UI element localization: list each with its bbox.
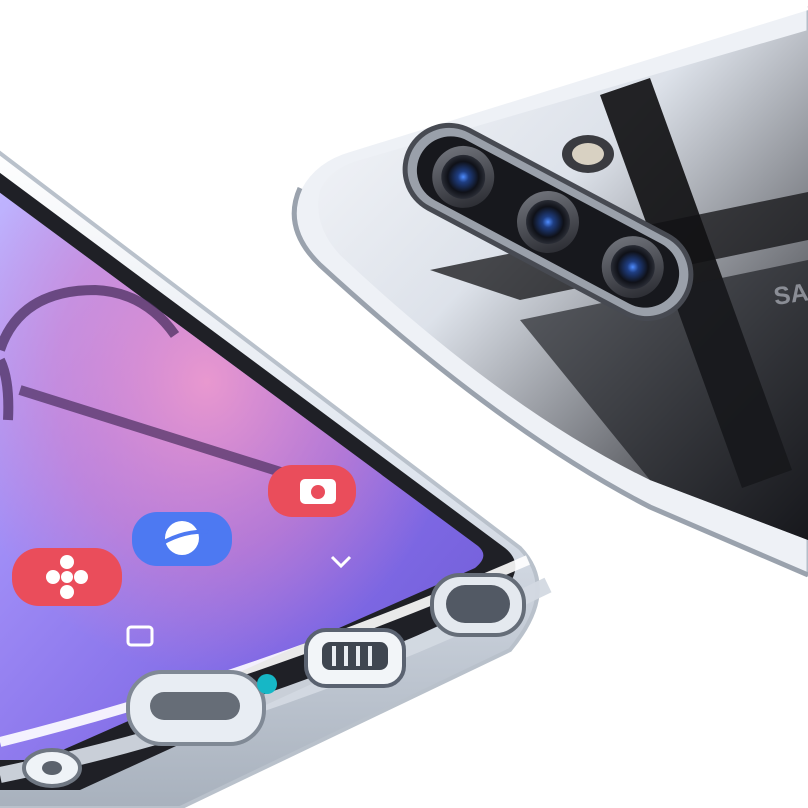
internet-app-icon[interactable] [132, 512, 232, 566]
camera-lens-icon [311, 485, 325, 499]
flower-petal-icon [74, 570, 88, 584]
flower-petal-icon [60, 585, 74, 599]
s-pen-slot [430, 573, 526, 637]
s-pen-icon [446, 585, 510, 623]
back-logo-text: SA [772, 278, 808, 311]
camera-app-icon[interactable] [268, 465, 356, 517]
usb-c-icon [150, 692, 240, 720]
gallery-app-icon[interactable] [12, 548, 122, 606]
flower-icon [61, 571, 73, 583]
flower-petal-icon [46, 570, 60, 584]
usb-c-port [126, 670, 266, 746]
flower-petal-icon [60, 555, 74, 569]
headphone-jack [22, 748, 82, 788]
phone-scene: SA [0, 0, 808, 808]
microphone-icon [257, 674, 277, 694]
product-photo: SA [0, 0, 808, 808]
speaker-icon [322, 642, 388, 670]
speaker-grille [304, 628, 406, 688]
flash-icon [572, 143, 604, 165]
headphone-jack-icon [42, 761, 62, 775]
